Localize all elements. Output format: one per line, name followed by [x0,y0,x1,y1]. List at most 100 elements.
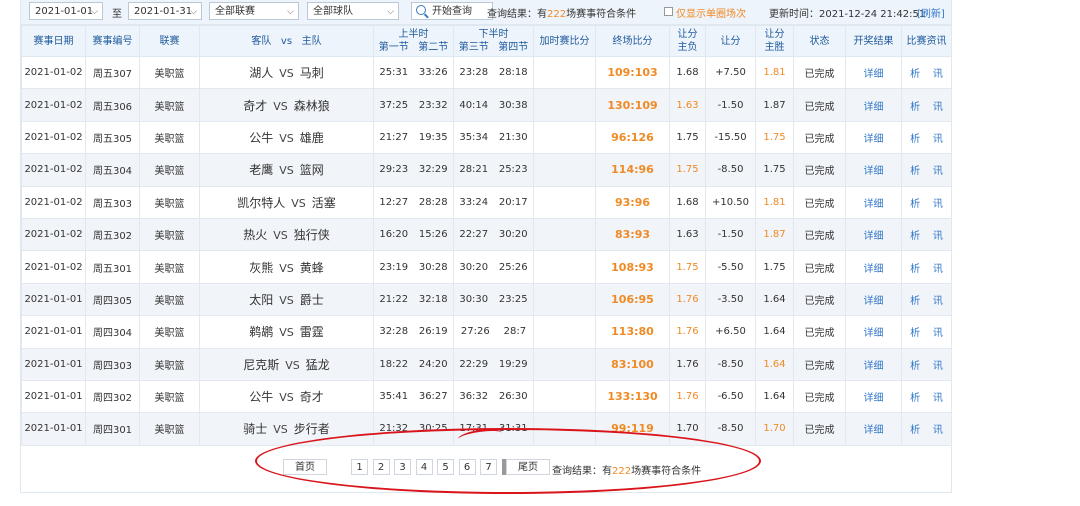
away-team: 老鹰 [249,163,274,178]
match-date: 2021-01-02 [21,55,86,90]
analysis-link[interactable]: 析 [910,328,920,339]
detail-link[interactable]: 详细 [845,282,902,317]
page-3-button[interactable]: 3 [394,459,411,475]
match-league: 美职篮 [139,250,200,284]
spread-win-odds: 1.64 [755,315,794,349]
info-links: 析 讯 [901,412,952,446]
vs-label: VS [291,196,306,210]
info-links: 析 讯 [901,217,952,252]
analysis-link[interactable]: 析 [910,393,920,404]
q2-score: 15:26 [418,229,448,241]
news-link[interactable]: 讯 [933,134,943,145]
spread-win-odds: 1.87 [755,217,794,252]
away-team: 鹈鹕 [249,325,274,340]
analysis-link[interactable]: 析 [910,134,920,145]
table-row: 2021-01-01 周四302 美职篮 公牛 VS 奇才 35:41 36:27 36:32 2… [21,379,952,414]
match-teams: 公牛 VS 奇才 [199,379,374,414]
detail-link[interactable]: 详细 [845,120,902,155]
page-4-button[interactable]: 4 [415,459,433,475]
news-link[interactable]: 讯 [933,69,943,80]
detail-link[interactable]: 详细 [845,250,902,284]
start-date-select[interactable]: 2021-01-01 ⌵ [29,2,103,20]
analysis-link[interactable]: 析 [910,166,920,177]
q3-score: 22:27 [459,229,489,241]
news-link[interactable]: 讯 [933,328,943,339]
detail-link[interactable]: 详细 [845,412,902,446]
end-date-value: 2021-01-31 [134,6,193,17]
detail-link[interactable]: 详细 [845,379,902,414]
spread-value: -8.50 [705,347,756,381]
first-half-scores: 21:32 30:25 [373,412,454,446]
ot-score [533,412,596,446]
analysis-link[interactable]: 析 [910,361,920,372]
news-link[interactable]: 讯 [933,296,943,307]
analysis-link[interactable]: 析 [910,296,920,307]
away-team: 太阳 [249,292,274,307]
first-half-scores: 21:27 19:35 [373,120,454,155]
analysis-link[interactable]: 析 [910,231,920,242]
analysis-link[interactable]: 析 [910,425,920,436]
league-select[interactable]: 全部联赛 ⌵ [209,2,299,20]
detail-link[interactable]: 详细 [845,347,902,381]
match-number: 周四301 [85,412,140,446]
single-only-label[interactable]: 仅显示单圈场次 [676,5,746,20]
first-page-button[interactable]: 首页 [283,459,327,475]
query-button[interactable]: 开始查询 [411,2,493,20]
match-teams: 骑士 VS 步行者 [199,412,374,446]
detail-link[interactable]: 详细 [845,185,902,219]
news-link[interactable]: 讯 [933,231,943,242]
final-score: 108:93 [595,250,670,284]
spread-lose-odds: 1.76 [669,282,706,317]
team-select[interactable]: 全部球队 ⌵ [307,2,399,20]
news-link[interactable]: 讯 [933,166,943,177]
analysis-link[interactable]: 析 [910,264,920,275]
spread-lose-odds: 1.70 [669,412,706,446]
analysis-link[interactable]: 析 [910,69,920,80]
end-date-select[interactable]: 2021-01-31 ⌵ [128,2,202,20]
start-date-value: 2021-01-01 [35,6,94,17]
page-6-button[interactable]: 6 [458,459,476,475]
spread-win-label-1: 让分 [764,29,785,40]
analysis-link[interactable]: 析 [910,102,920,113]
q4-score: 28:18 [498,67,528,79]
table-row: 2021-01-02 周五307 美职篮 湖人 VS 马刺 25:31 33:26 23:28 2… [21,55,952,90]
last-page-button[interactable]: 尾页 [506,459,550,475]
single-only-checkbox[interactable] [664,7,673,16]
page-1-button[interactable]: 1 [351,459,368,475]
news-link[interactable]: 讯 [933,199,943,210]
match-status: 已完成 [793,315,846,349]
team-value: 全部球队 [313,6,353,17]
match-league: 美职篮 [139,153,200,187]
final-score: 114:96 [595,153,670,187]
detail-link[interactable]: 详细 [845,55,902,90]
detail-link[interactable]: 详细 [845,88,902,122]
spread-lose-odds: 1.75 [669,250,706,284]
match-status: 已完成 [793,412,846,446]
match-league: 美职篮 [139,185,200,219]
match-number: 周五301 [85,250,140,284]
detail-link[interactable]: 详细 [845,217,902,252]
news-link[interactable]: 讯 [933,102,943,113]
update-time: 更新时间：2021-12-24 21:42:51 [769,9,926,20]
detail-link[interactable]: 详细 [845,153,902,187]
col-first-half: 上半时 第一节 第二节 [373,25,454,57]
second-half-scores: 36:32 26:30 [453,379,534,414]
q4-score: 19:29 [498,358,528,370]
analysis-link[interactable]: 析 [910,199,920,210]
news-link[interactable]: 讯 [933,425,943,436]
match-teams: 鹈鹕 VS 雷霆 [199,315,374,349]
page-2-button[interactable]: 2 [372,459,390,475]
news-link[interactable]: 讯 [933,393,943,404]
page-5-button[interactable]: 5 [437,459,454,475]
news-link[interactable]: 讯 [933,264,943,275]
detail-link[interactable]: 详细 [845,315,902,349]
first-half-scores: 21:22 32:18 [373,282,454,317]
info-links: 析 讯 [901,347,952,381]
final-score: 109:103 [595,55,670,90]
vs-label: VS [279,164,294,178]
news-link[interactable]: 讯 [933,361,943,372]
q1-score: 23:19 [379,261,409,273]
match-teams: 奇才 VS 森林狼 [199,88,374,122]
page-7-button[interactable]: 7 [480,459,497,475]
refresh-link[interactable]: [刷新] [917,5,945,20]
